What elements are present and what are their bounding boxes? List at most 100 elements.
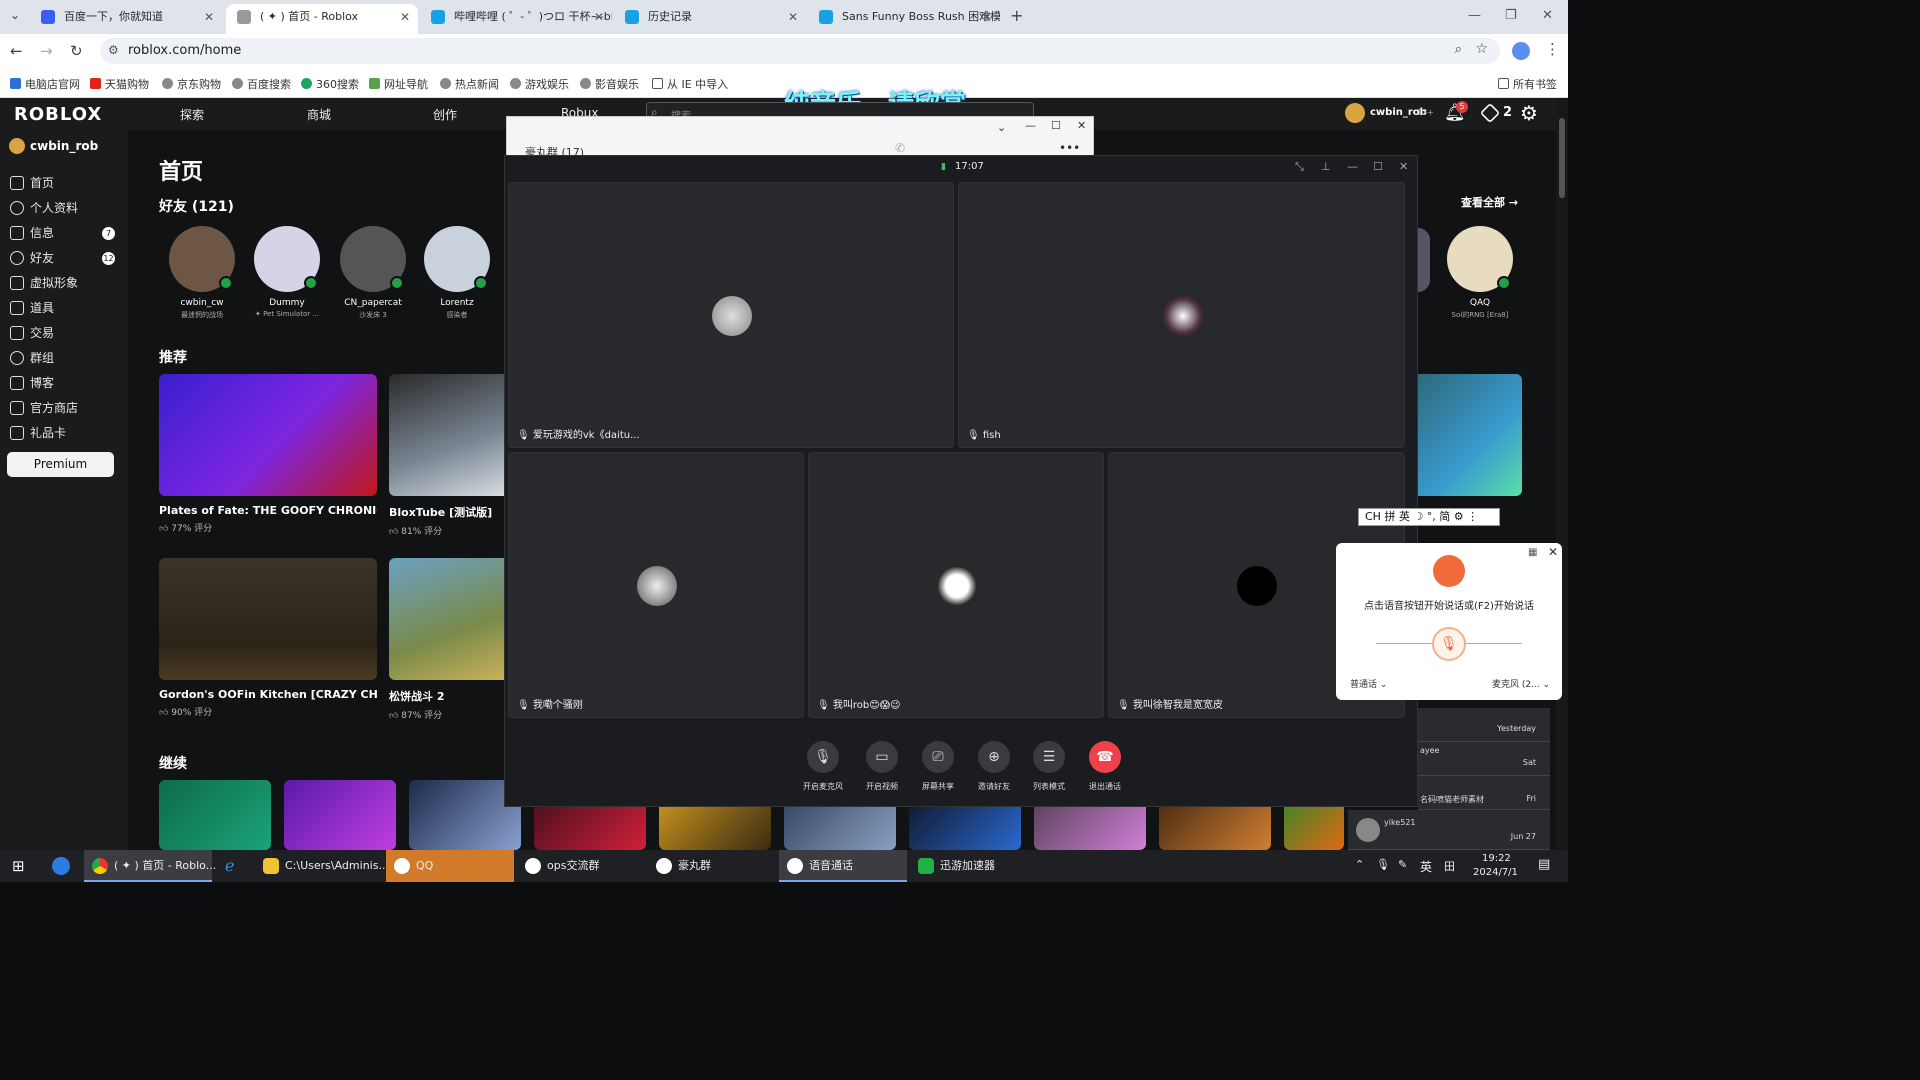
ie-icon[interactable]: ℯ (225, 856, 234, 875)
friends-header[interactable]: 好友 (121) (159, 196, 234, 216)
taskbar-item-explorer[interactable]: C:\Users\Adminis... (255, 850, 389, 882)
sidebar-item-friends[interactable]: 好友 (10, 249, 54, 266)
bookmark-item[interactable]: 京东购物 (162, 76, 221, 92)
restore-icon[interactable]: ❐ (1505, 8, 1517, 23)
star-icon[interactable]: ☆ (1475, 41, 1488, 57)
maximize-icon[interactable]: ☐ (1373, 160, 1383, 173)
user-avatar[interactable] (1345, 103, 1365, 123)
participant-tile[interactable]: 🎙︎ 我嘞个骚刚 (508, 452, 804, 718)
see-all-link[interactable]: 查看全部 → (1461, 194, 1518, 210)
bookmark-item[interactable]: 从 IE 中导入 (652, 76, 728, 92)
nav-explore[interactable]: 探索 (180, 106, 204, 123)
ime-toolbar[interactable]: CH 拼 英 ☽ °, 简 ⚙ ⋮ (1358, 508, 1500, 526)
pin-icon[interactable]: ⊥ (1321, 160, 1331, 173)
list-mode-button[interactable]: ☰ 列表模式 (1019, 741, 1079, 792)
clock-date[interactable]: 2024/7/1 (1473, 867, 1518, 878)
mic-button[interactable]: 🎙︎ 开启麦克风 (793, 741, 853, 792)
new-tab-button[interactable]: + (1010, 6, 1023, 25)
shrink-icon[interactable]: ⤡ (1295, 160, 1304, 174)
continue-game-thumbnail[interactable] (284, 780, 396, 850)
tray-lang[interactable]: 英 (1420, 858, 1432, 875)
gear-icon[interactable]: ⚙ (1520, 101, 1538, 125)
microphone-button[interactable]: 🎙︎ (1432, 627, 1466, 661)
close-icon[interactable]: ✕ (400, 4, 410, 30)
partial-friend-avatar[interactable] (1418, 228, 1430, 292)
friend-card[interactable]: cwbin_cw 最迷惘的战场 (160, 226, 244, 320)
bookmark-item[interactable]: 网址导航 (369, 76, 428, 92)
tray-pen-icon[interactable]: ✎ (1398, 858, 1407, 871)
game-thumbnail-partial[interactable] (1418, 374, 1522, 496)
taskbar-item-haowan-group[interactable]: 豪丸群 (648, 850, 776, 882)
sidebar-item-messages[interactable]: 信息 (10, 224, 54, 241)
menu-icon[interactable]: ⋮ (1545, 40, 1560, 58)
sidebar-item-giftcards[interactable]: 礼品卡 (10, 424, 66, 441)
windows-start-icon[interactable]: ⊞ (12, 857, 25, 875)
bookmark-item[interactable]: 影音娱乐 (580, 76, 639, 92)
all-bookmarks[interactable]: 所有书签 (1498, 76, 1557, 92)
profile-avatar[interactable] (1512, 42, 1530, 60)
minimize-icon[interactable]: — (1025, 119, 1036, 132)
back-icon[interactable]: ← (10, 42, 23, 60)
clock-time[interactable]: 19:22 (1482, 853, 1511, 864)
sidebar-item-trade[interactable]: 交易 (10, 324, 54, 341)
friend-card[interactable]: Lorentz 感染者 (415, 226, 499, 320)
robux-icon[interactable] (1479, 102, 1501, 124)
tab-history[interactable]: 历史记录 ✕ (614, 4, 806, 34)
site-info-icon[interactable]: ⚙ (108, 43, 119, 57)
nav-create[interactable]: 创作 (433, 106, 457, 123)
participant-tile[interactable]: 🎙︎ 我叫rob😊😱😉 (808, 452, 1104, 718)
taskbar-item-ops-group[interactable]: ops交流群 (517, 850, 645, 882)
tab-sans[interactable]: Sans Funny Boss Rush 困难模 ✕ (808, 4, 1000, 34)
sidebar-item-groups[interactable]: 群组 (10, 349, 54, 366)
tab-roblox[interactable]: ( ✦ ) 首页 - Roblox ✕ (226, 4, 418, 34)
premium-button[interactable]: Premium (7, 452, 114, 477)
close-icon[interactable]: ✕ (788, 4, 798, 30)
minimize-icon[interactable]: — (1468, 8, 1481, 23)
sidebar-avatar[interactable] (9, 138, 25, 154)
taskbar-item-qq[interactable]: QQ (386, 850, 514, 882)
forward-icon[interactable]: → (40, 42, 53, 60)
bookmark-item[interactable]: 游戏娱乐 (510, 76, 569, 92)
close-icon[interactable]: ✕ (982, 4, 992, 30)
tab-baidu[interactable]: 百度一下，你就知道 ✕ (30, 4, 222, 34)
bookmark-item[interactable]: 天猫购物 (90, 76, 149, 92)
participant-tile[interactable]: 🎙︎ 爱玩游戏的vk《daitu... (508, 182, 954, 448)
sidebar-item-profile[interactable]: 个人资料 (10, 199, 78, 216)
game-card[interactable]: Gordon's OOFin Kitchen [CRAZY CHE... 👍︎ … (159, 558, 377, 718)
roblox-logo[interactable]: ROBLOX (14, 104, 102, 125)
bookmark-item[interactable]: 百度搜索 (232, 76, 291, 92)
hang-up-button[interactable]: ☎ 退出通话 (1075, 741, 1135, 792)
screen-share-button[interactable]: ⎚ 屏幕共享 (908, 741, 968, 792)
taskbar-item-voice-call[interactable]: 语音通话 (779, 850, 907, 882)
tab-search-chevron-icon[interactable]: ⌄ (10, 8, 20, 22)
reload-icon[interactable]: ↻ (70, 42, 83, 60)
bookmark-item[interactable]: 360搜索 (301, 76, 359, 92)
game-card[interactable]: 松饼战斗 2 👍︎ 87% 评分 (389, 558, 505, 721)
participant-tile[interactable]: 🎙︎ fish (958, 182, 1405, 448)
friend-card[interactable]: CN_papercat 沙发床 3 (331, 226, 415, 320)
sidebar-username[interactable]: cwbin_rob (30, 139, 98, 153)
friend-card[interactable]: QAQ Sol的RNG [Era8] (1438, 226, 1522, 320)
chat-list-item[interactable]: 名码喷猫老师素材 Fri (1418, 776, 1550, 810)
mic-device-select[interactable]: 麦克风 (2... ⌄ (1492, 677, 1550, 690)
page-scrollbar[interactable] (1556, 98, 1568, 850)
chat-list-item[interactable]: Yesterday (1418, 708, 1550, 742)
language-select[interactable]: 普通话 ⌄ (1350, 677, 1387, 690)
sidebar-item-store[interactable]: 官方商店 (10, 399, 78, 416)
close-icon[interactable]: ✕ (1077, 119, 1086, 132)
close-icon[interactable]: ✕ (594, 4, 604, 30)
notification-icon[interactable]: ▤ (1538, 857, 1550, 872)
scroll-thumb[interactable] (1559, 118, 1565, 198)
taskbar-item-xunyou[interactable]: 迅游加速器 (910, 850, 1038, 882)
close-icon[interactable]: ✕ (1399, 160, 1408, 173)
tab-bilibili[interactable]: 哔哩哔哩 ( ゜- ゜)つロ 干杯~-bi ✕ (420, 4, 612, 34)
sidebar-item-home[interactable]: 首页 (10, 174, 54, 191)
tray-grid-icon[interactable]: 田 (1444, 858, 1455, 874)
close-icon[interactable]: ✕ (1548, 545, 1558, 559)
chat-list-item[interactable]: yike521 Jun 27 (1348, 810, 1550, 850)
minimize-icon[interactable]: — (1347, 160, 1358, 173)
game-card[interactable]: Plates of Fate: THE GOOFY CHRONIC... 👍︎ … (159, 374, 377, 534)
bookmark-item[interactable]: 热点新闻 (440, 76, 499, 92)
zoom-icon[interactable]: ⌕ (1455, 42, 1462, 57)
close-window-icon[interactable]: ✕ (1542, 8, 1553, 23)
